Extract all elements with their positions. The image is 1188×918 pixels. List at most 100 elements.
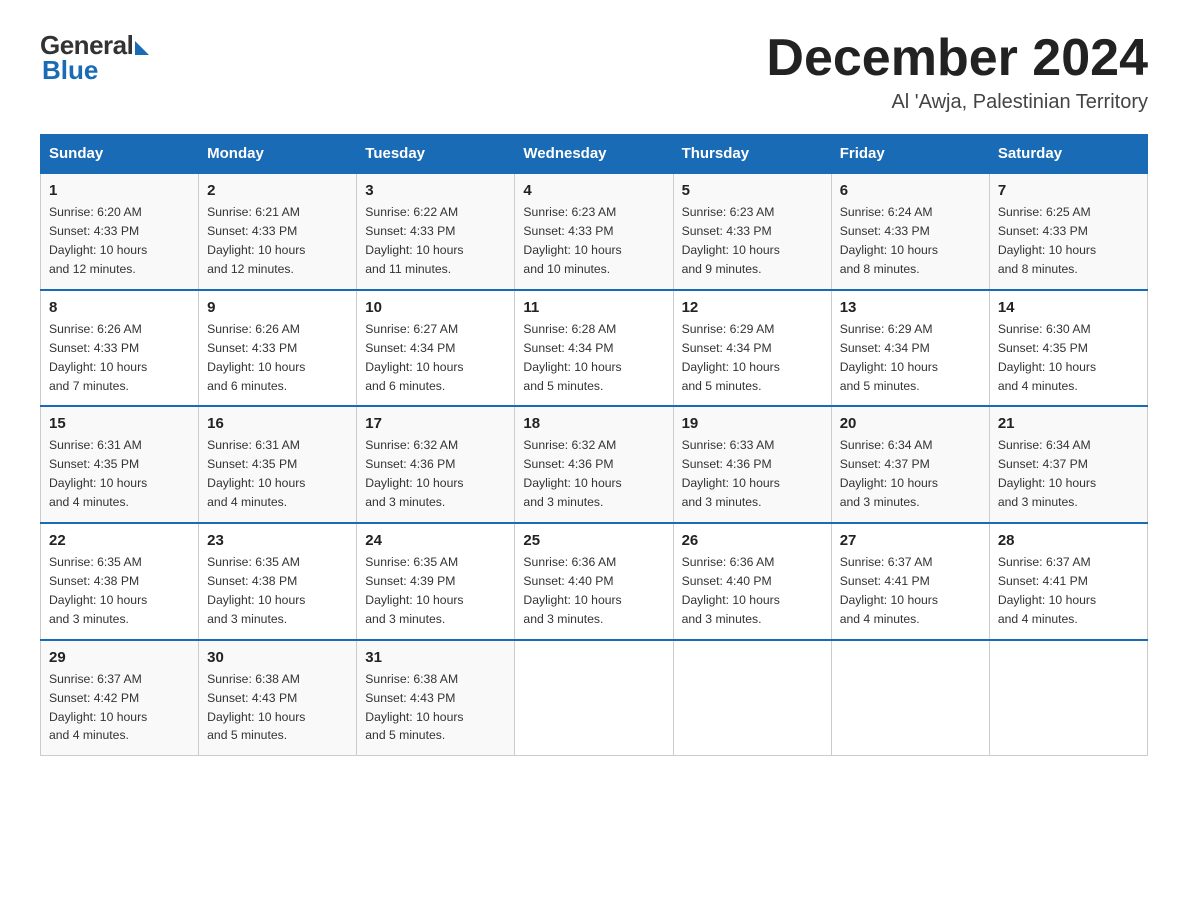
day-number: 2 — [207, 182, 348, 199]
day-number: 18 — [523, 415, 664, 432]
calendar-cell: 28 Sunrise: 6:37 AMSunset: 4:41 PMDaylig… — [989, 523, 1147, 640]
day-number: 30 — [207, 649, 348, 666]
day-info: Sunrise: 6:29 AMSunset: 4:34 PMDaylight:… — [682, 320, 823, 396]
col-sunday: Sunday — [41, 135, 199, 174]
day-info: Sunrise: 6:32 AMSunset: 4:36 PMDaylight:… — [365, 436, 506, 512]
calendar-cell: 18 Sunrise: 6:32 AMSunset: 4:36 PMDaylig… — [515, 406, 673, 523]
page-header: General Blue December 2024 Al 'Awja, Pal… — [40, 30, 1148, 114]
calendar-cell: 27 Sunrise: 6:37 AMSunset: 4:41 PMDaylig… — [831, 523, 989, 640]
calendar-cell: 23 Sunrise: 6:35 AMSunset: 4:38 PMDaylig… — [199, 523, 357, 640]
calendar-cell: 6 Sunrise: 6:24 AMSunset: 4:33 PMDayligh… — [831, 173, 989, 290]
col-wednesday: Wednesday — [515, 135, 673, 174]
day-number: 29 — [49, 649, 190, 666]
calendar-table: Sunday Monday Tuesday Wednesday Thursday… — [40, 134, 1148, 756]
calendar-cell: 1 Sunrise: 6:20 AMSunset: 4:33 PMDayligh… — [41, 173, 199, 290]
day-number: 17 — [365, 415, 506, 432]
day-info: Sunrise: 6:34 AMSunset: 4:37 PMDaylight:… — [998, 436, 1139, 512]
day-number: 24 — [365, 532, 506, 549]
day-info: Sunrise: 6:26 AMSunset: 4:33 PMDaylight:… — [207, 320, 348, 396]
day-number: 6 — [840, 182, 981, 199]
day-number: 15 — [49, 415, 190, 432]
calendar-cell — [831, 640, 989, 756]
title-block: December 2024 Al 'Awja, Palestinian Terr… — [766, 30, 1148, 114]
day-info: Sunrise: 6:37 AMSunset: 4:41 PMDaylight:… — [998, 553, 1139, 629]
day-number: 12 — [682, 299, 823, 316]
day-info: Sunrise: 6:38 AMSunset: 4:43 PMDaylight:… — [207, 670, 348, 746]
day-info: Sunrise: 6:37 AMSunset: 4:41 PMDaylight:… — [840, 553, 981, 629]
day-info: Sunrise: 6:29 AMSunset: 4:34 PMDaylight:… — [840, 320, 981, 396]
day-info: Sunrise: 6:34 AMSunset: 4:37 PMDaylight:… — [840, 436, 981, 512]
day-number: 20 — [840, 415, 981, 432]
day-number: 10 — [365, 299, 506, 316]
col-saturday: Saturday — [989, 135, 1147, 174]
day-number: 7 — [998, 182, 1139, 199]
day-number: 25 — [523, 532, 664, 549]
calendar-cell: 24 Sunrise: 6:35 AMSunset: 4:39 PMDaylig… — [357, 523, 515, 640]
day-info: Sunrise: 6:20 AMSunset: 4:33 PMDaylight:… — [49, 203, 190, 279]
day-info: Sunrise: 6:38 AMSunset: 4:43 PMDaylight:… — [365, 670, 506, 746]
day-info: Sunrise: 6:32 AMSunset: 4:36 PMDaylight:… — [523, 436, 664, 512]
calendar-cell: 10 Sunrise: 6:27 AMSunset: 4:34 PMDaylig… — [357, 290, 515, 407]
day-info: Sunrise: 6:24 AMSunset: 4:33 PMDaylight:… — [840, 203, 981, 279]
day-info: Sunrise: 6:36 AMSunset: 4:40 PMDaylight:… — [682, 553, 823, 629]
logo-arrow-icon — [135, 41, 149, 55]
day-info: Sunrise: 6:31 AMSunset: 4:35 PMDaylight:… — [207, 436, 348, 512]
calendar-cell: 19 Sunrise: 6:33 AMSunset: 4:36 PMDaylig… — [673, 406, 831, 523]
day-info: Sunrise: 6:26 AMSunset: 4:33 PMDaylight:… — [49, 320, 190, 396]
calendar-header: Sunday Monday Tuesday Wednesday Thursday… — [41, 135, 1148, 174]
day-number: 5 — [682, 182, 823, 199]
day-info: Sunrise: 6:21 AMSunset: 4:33 PMDaylight:… — [207, 203, 348, 279]
day-info: Sunrise: 6:35 AMSunset: 4:39 PMDaylight:… — [365, 553, 506, 629]
col-friday: Friday — [831, 135, 989, 174]
calendar-row: 22 Sunrise: 6:35 AMSunset: 4:38 PMDaylig… — [41, 523, 1148, 640]
calendar-cell: 12 Sunrise: 6:29 AMSunset: 4:34 PMDaylig… — [673, 290, 831, 407]
day-number: 9 — [207, 299, 348, 316]
day-number: 16 — [207, 415, 348, 432]
day-number: 26 — [682, 532, 823, 549]
day-number: 3 — [365, 182, 506, 199]
calendar-cell: 29 Sunrise: 6:37 AMSunset: 4:42 PMDaylig… — [41, 640, 199, 756]
day-info: Sunrise: 6:23 AMSunset: 4:33 PMDaylight:… — [682, 203, 823, 279]
calendar-cell: 8 Sunrise: 6:26 AMSunset: 4:33 PMDayligh… — [41, 290, 199, 407]
calendar-cell: 5 Sunrise: 6:23 AMSunset: 4:33 PMDayligh… — [673, 173, 831, 290]
day-info: Sunrise: 6:23 AMSunset: 4:33 PMDaylight:… — [523, 203, 664, 279]
day-number: 13 — [840, 299, 981, 316]
day-number: 11 — [523, 299, 664, 316]
day-number: 8 — [49, 299, 190, 316]
calendar-row: 8 Sunrise: 6:26 AMSunset: 4:33 PMDayligh… — [41, 290, 1148, 407]
calendar-cell: 2 Sunrise: 6:21 AMSunset: 4:33 PMDayligh… — [199, 173, 357, 290]
col-thursday: Thursday — [673, 135, 831, 174]
day-number: 28 — [998, 532, 1139, 549]
header-row: Sunday Monday Tuesday Wednesday Thursday… — [41, 135, 1148, 174]
day-info: Sunrise: 6:36 AMSunset: 4:40 PMDaylight:… — [523, 553, 664, 629]
calendar-row: 29 Sunrise: 6:37 AMSunset: 4:42 PMDaylig… — [41, 640, 1148, 756]
day-info: Sunrise: 6:37 AMSunset: 4:42 PMDaylight:… — [49, 670, 190, 746]
day-info: Sunrise: 6:22 AMSunset: 4:33 PMDaylight:… — [365, 203, 506, 279]
day-number: 19 — [682, 415, 823, 432]
calendar-cell: 15 Sunrise: 6:31 AMSunset: 4:35 PMDaylig… — [41, 406, 199, 523]
day-number: 31 — [365, 649, 506, 666]
day-info: Sunrise: 6:35 AMSunset: 4:38 PMDaylight:… — [49, 553, 190, 629]
day-number: 21 — [998, 415, 1139, 432]
day-number: 4 — [523, 182, 664, 199]
calendar-cell: 7 Sunrise: 6:25 AMSunset: 4:33 PMDayligh… — [989, 173, 1147, 290]
calendar-cell: 9 Sunrise: 6:26 AMSunset: 4:33 PMDayligh… — [199, 290, 357, 407]
location-text: Al 'Awja, Palestinian Territory — [766, 91, 1148, 114]
calendar-cell: 13 Sunrise: 6:29 AMSunset: 4:34 PMDaylig… — [831, 290, 989, 407]
calendar-cell: 25 Sunrise: 6:36 AMSunset: 4:40 PMDaylig… — [515, 523, 673, 640]
day-info: Sunrise: 6:28 AMSunset: 4:34 PMDaylight:… — [523, 320, 664, 396]
calendar-row: 15 Sunrise: 6:31 AMSunset: 4:35 PMDaylig… — [41, 406, 1148, 523]
day-number: 14 — [998, 299, 1139, 316]
col-tuesday: Tuesday — [357, 135, 515, 174]
day-number: 27 — [840, 532, 981, 549]
month-title: December 2024 — [766, 30, 1148, 87]
calendar-cell: 3 Sunrise: 6:22 AMSunset: 4:33 PMDayligh… — [357, 173, 515, 290]
calendar-cell — [989, 640, 1147, 756]
calendar-cell: 17 Sunrise: 6:32 AMSunset: 4:36 PMDaylig… — [357, 406, 515, 523]
calendar-body: 1 Sunrise: 6:20 AMSunset: 4:33 PMDayligh… — [41, 173, 1148, 756]
calendar-cell: 14 Sunrise: 6:30 AMSunset: 4:35 PMDaylig… — [989, 290, 1147, 407]
calendar-cell: 30 Sunrise: 6:38 AMSunset: 4:43 PMDaylig… — [199, 640, 357, 756]
day-info: Sunrise: 6:27 AMSunset: 4:34 PMDaylight:… — [365, 320, 506, 396]
calendar-cell: 20 Sunrise: 6:34 AMSunset: 4:37 PMDaylig… — [831, 406, 989, 523]
day-number: 1 — [49, 182, 190, 199]
